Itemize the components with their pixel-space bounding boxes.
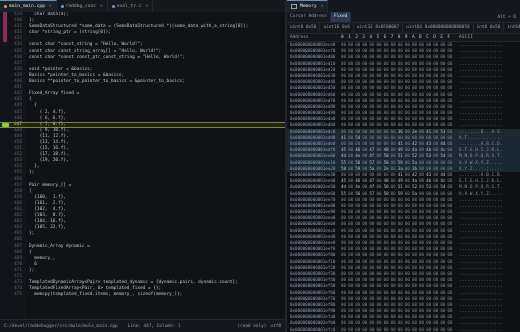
memory-type-readout: int64 0x58 bbox=[504, 23, 520, 33]
source-code-view[interactable]: 429 char data[4]; 430}; 431 SomeDataStructu… bbox=[0, 12, 285, 319]
memory-byte[interactable]: 00 bbox=[433, 327, 440, 332]
byte-column-header: 0 bbox=[341, 35, 344, 40]
status-file-path: C:/devel/raddebugger/src/mule/mule_main.… bbox=[4, 323, 118, 329]
memory-header-ascii: ASCII bbox=[459, 35, 474, 40]
memory-ascii: ................ bbox=[459, 326, 503, 332]
byte-column-header: 6 bbox=[383, 35, 387, 40]
file-icon bbox=[60, 4, 64, 8]
tab-label: main_main.cpp bbox=[9, 4, 45, 9]
tab-memory[interactable]: Memory × bbox=[287, 0, 329, 12]
memory-byte[interactable]: 00 bbox=[391, 327, 398, 332]
memory-byte[interactable]: 00 bbox=[341, 327, 348, 332]
line-number[interactable]: 475 bbox=[0, 292, 26, 298]
close-icon[interactable]: × bbox=[321, 4, 324, 9]
memory-row[interactable]: 0x000000000001efc0 00 00 00 00 00 00 00 00 00 00 00… bbox=[287, 327, 520, 332]
memory-toolbar: Cursor Address Fixed Alt + D bbox=[287, 12, 520, 23]
memory-bytes: 00 00 00 00 00 00 00 00 00 00 00 00 00 00 00 00 bbox=[341, 327, 456, 332]
memory-header-address: Address bbox=[290, 35, 309, 40]
memory-toolbar-item[interactable]: Cursor Address bbox=[287, 12, 332, 22]
memory-byte[interactable]: 00 bbox=[412, 327, 419, 332]
memory-byte[interactable]: 00 bbox=[348, 327, 355, 332]
memory-type-readout: uint64 0x000000000000058 bbox=[403, 23, 474, 33]
memory-byte[interactable]: 00 bbox=[419, 327, 426, 332]
memory-type-readout: uint32 0x0F00007 bbox=[354, 23, 404, 33]
memory-byte[interactable]: 00 bbox=[405, 327, 412, 332]
byte-column-header: 8 bbox=[397, 35, 401, 40]
memory-type-columns: uint8 0x58 uint16 0x6 uint32 0x0F00007 uint… bbox=[287, 23, 520, 34]
byte-column-header: E bbox=[440, 35, 443, 40]
byte-column-header: 4 bbox=[369, 35, 373, 40]
tab-memory-label: Memory bbox=[300, 4, 317, 9]
memory-byte[interactable]: 00 bbox=[440, 327, 447, 332]
memory-byte[interactable]: 00 bbox=[362, 327, 369, 332]
tab-label: raddbg_conc bbox=[65, 3, 97, 9]
memory-header: Address 0123456789ABCDEF ASCII bbox=[287, 34, 520, 42]
memory-byte[interactable]: 00 bbox=[369, 327, 376, 332]
code-lines: 429 char data[4]; 430}; 431 SomeDataStructu… bbox=[0, 12, 285, 298]
memory-view[interactable]: Cursor Address Fixed Alt + D uint8 0x58 uin… bbox=[287, 12, 520, 332]
close-icon[interactable]: × bbox=[100, 4, 103, 9]
tab-0[interactable]: main_main.cpp × bbox=[0, 0, 57, 12]
file-icon bbox=[111, 4, 115, 8]
memory-shortcut-hint: Alt + D bbox=[497, 14, 516, 20]
tab-2[interactable]: eval_tr.c × bbox=[108, 0, 154, 12]
tab-1[interactable]: raddbg_conc × bbox=[57, 0, 108, 12]
byte-column-header: 5 bbox=[376, 35, 380, 40]
line-text: memcpy(templated_fixed.items, memory_, s… bbox=[29, 292, 183, 298]
memory-byte[interactable]: 00 bbox=[426, 327, 433, 332]
breakpoint-marker[interactable] bbox=[2, 122, 9, 127]
byte-column-header: 2 bbox=[355, 35, 358, 40]
status-encoding: utf8 bbox=[270, 323, 281, 329]
byte-column-header: B bbox=[419, 35, 422, 40]
memory-byte[interactable]: 00 bbox=[384, 327, 391, 332]
close-icon[interactable]: × bbox=[146, 4, 149, 9]
byte-column-header: 3 bbox=[362, 35, 365, 40]
byte-column-header: F bbox=[447, 35, 451, 40]
memory-toolbar-item[interactable]: Fixed bbox=[331, 12, 352, 22]
memory-byte[interactable]: 00 bbox=[447, 327, 454, 332]
memory-byte[interactable]: 00 bbox=[355, 327, 362, 332]
tab-label: eval_tr.c bbox=[116, 3, 142, 9]
memory-rows: 0x000000000001ece0 00 00 00 00 00 00 00 00 00 00 00… bbox=[287, 42, 520, 332]
memory-type-readout: int8 0x58 bbox=[474, 23, 505, 33]
file-icon bbox=[4, 5, 7, 8]
close-icon[interactable]: × bbox=[49, 4, 52, 9]
status-bar: C:/devel/raddebugger/src/mule/mule_main.… bbox=[0, 319, 285, 332]
memory-header-bytes: 0123456789ABCDEF bbox=[341, 34, 456, 41]
memory-address: 0x000000000001efc0 bbox=[290, 326, 336, 332]
code-line[interactable]: 475 memcpy(templated_fixed.items, memory… bbox=[0, 292, 285, 298]
memory-byte[interactable]: 00 bbox=[376, 327, 383, 332]
byte-column-header: D bbox=[433, 35, 436, 40]
status-cursor-position: Line: 447, Column: 1 bbox=[127, 323, 181, 329]
memory-type-readout: uint16 0x6 bbox=[320, 23, 354, 33]
byte-column-header: 7 bbox=[390, 35, 394, 40]
byte-column-header: A bbox=[411, 35, 415, 40]
byte-column-header: 9 bbox=[404, 35, 408, 40]
memory-byte[interactable]: 00 bbox=[398, 327, 405, 332]
status-read-only: (read only) bbox=[237, 323, 267, 329]
byte-column-header: 1 bbox=[348, 35, 351, 40]
memory-type-readout: uint8 0x58 bbox=[287, 23, 321, 33]
byte-column-header: C bbox=[426, 35, 429, 40]
memory-icon bbox=[291, 4, 297, 9]
